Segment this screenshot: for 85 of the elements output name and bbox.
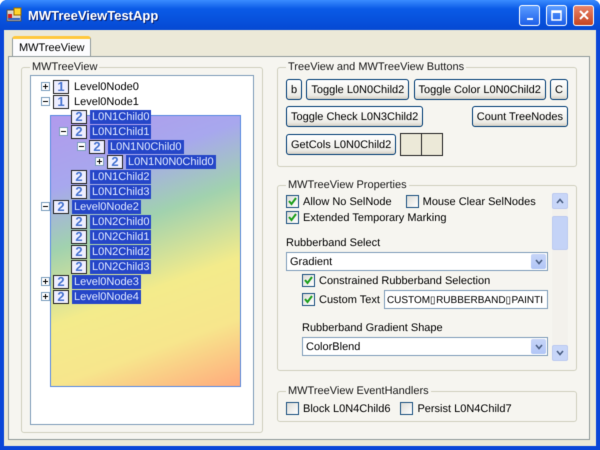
action-button[interactable]: Toggle Color L0N0Child2: [414, 79, 546, 100]
checkbox-label[interactable]: Persist L0N4Child7: [417, 402, 512, 414]
tree-node[interactable]: L0N1Child1: [90, 124, 152, 138]
scroll-thumb[interactable]: [552, 216, 568, 250]
tree-node[interactable]: L0N2Child1: [90, 230, 152, 244]
tree-node[interactable]: Level0Node3: [72, 274, 141, 288]
custom-text-field[interactable]: CUSTOM▯RUBBERBAND▯PAINTI: [384, 290, 548, 309]
close-icon: [578, 10, 588, 20]
collapse-icon[interactable]: [77, 142, 86, 151]
scrollbar[interactable]: [552, 193, 568, 361]
action-button[interactable]: C: [550, 79, 568, 100]
action-button[interactable]: b: [286, 79, 302, 100]
color-swatch: [400, 133, 422, 156]
tree-node[interactable]: L0N1N0Child0: [108, 140, 184, 154]
tree-node[interactable]: L0N2Child0: [90, 214, 152, 228]
checkmark-icon: [304, 276, 313, 285]
color-swatch: [421, 133, 444, 156]
maximize-button[interactable]: [546, 4, 567, 26]
checkbox[interactable]: [286, 195, 299, 208]
collapse-icon[interactable]: [41, 202, 50, 211]
minimize-icon: [526, 18, 532, 20]
field-label: Rubberband Gradient Shape: [302, 322, 444, 334]
expand-icon[interactable]: [41, 292, 50, 301]
group-title: MWTreeView Properties: [287, 179, 408, 191]
checkbox-label[interactable]: Mouse Clear SelNodes: [422, 196, 536, 208]
node-icon: 2: [71, 110, 87, 124]
checkbox-label[interactable]: Block L0N4Child6: [303, 402, 390, 414]
tree-node[interactable]: L0N1Child0: [90, 110, 152, 124]
action-button[interactable]: Count TreeNodes: [472, 106, 568, 127]
checkbox[interactable]: [406, 195, 419, 208]
action-button[interactable]: GetCols L0N0Child2: [286, 134, 396, 155]
node-icon: 2: [71, 244, 87, 258]
node-icon: 1: [53, 80, 69, 94]
checkbox-label[interactable]: Allow No SelNode: [303, 196, 392, 208]
group-title: TreeView and MWTreeView Buttons: [287, 61, 466, 73]
tree-node[interactable]: L0N2Child2: [90, 244, 152, 258]
expand-icon[interactable]: [95, 157, 104, 166]
dropdown[interactable]: ColorBlend: [302, 337, 548, 356]
checkbox[interactable]: [286, 211, 299, 224]
action-button[interactable]: Toggle Check L0N3Child2: [286, 106, 424, 127]
tree-node[interactable]: L0N1Child2: [90, 170, 152, 184]
node-icon: 2: [89, 140, 105, 154]
expand-icon[interactable]: [41, 277, 50, 286]
tree-node[interactable]: L0N1Child3: [90, 184, 152, 198]
collapse-icon[interactable]: [59, 127, 68, 136]
tree-node[interactable]: Level0Node0: [72, 80, 141, 94]
tree-node[interactable]: L0N1N0N0Child0: [126, 154, 216, 168]
node-icon: 2: [71, 184, 87, 198]
node-icon: 2: [71, 214, 87, 228]
checkbox[interactable]: [400, 402, 414, 415]
checkmark-icon: [304, 295, 313, 304]
tree-node[interactable]: L0N2Child3: [90, 260, 152, 274]
tree-node[interactable]: Level0Node4: [72, 290, 141, 304]
scroll-down-icon[interactable]: [552, 345, 568, 361]
group-title: MWTreeView EventHandlers: [287, 385, 430, 397]
collapse-icon[interactable]: [41, 97, 50, 106]
node-icon: 1: [53, 94, 69, 108]
checkbox-label[interactable]: Extended Temporary Marking: [303, 212, 446, 224]
checkbox-label[interactable]: Constrained Rubberband Selection: [319, 274, 490, 286]
close-button[interactable]: [573, 4, 594, 26]
checkbox[interactable]: [302, 293, 315, 306]
scroll-up-icon[interactable]: [552, 193, 568, 209]
maximize-icon: [551, 10, 562, 20]
tab[interactable]: MWTreeView: [12, 36, 92, 56]
node-icon: 2: [71, 260, 87, 274]
checkbox-label[interactable]: Custom Text: [319, 294, 380, 306]
group-title: MWTreeView: [31, 61, 98, 73]
node-icon: 2: [107, 154, 123, 168]
checkbox[interactable]: [286, 402, 299, 415]
action-button[interactable]: Toggle L0N0Child2: [306, 79, 410, 100]
app-icon: [6, 7, 22, 23]
node-icon: 2: [53, 274, 69, 288]
node-icon: 2: [53, 200, 69, 214]
tree-node[interactable]: Level0Node2: [72, 200, 141, 214]
node-icon: 2: [71, 124, 87, 138]
node-icon: 2: [71, 170, 87, 184]
field-label: Rubberband Select: [286, 237, 382, 249]
checkbox[interactable]: [302, 274, 315, 287]
dropdown[interactable]: Gradient: [286, 252, 548, 271]
window-title: MWTreeViewTestApp: [28, 8, 160, 22]
node-icon: 2: [53, 290, 69, 304]
node-icon: 2: [71, 230, 87, 244]
tree-node[interactable]: Level0Node1: [72, 94, 141, 108]
minimize-button[interactable]: [519, 4, 540, 26]
expand-icon[interactable]: [41, 82, 50, 91]
